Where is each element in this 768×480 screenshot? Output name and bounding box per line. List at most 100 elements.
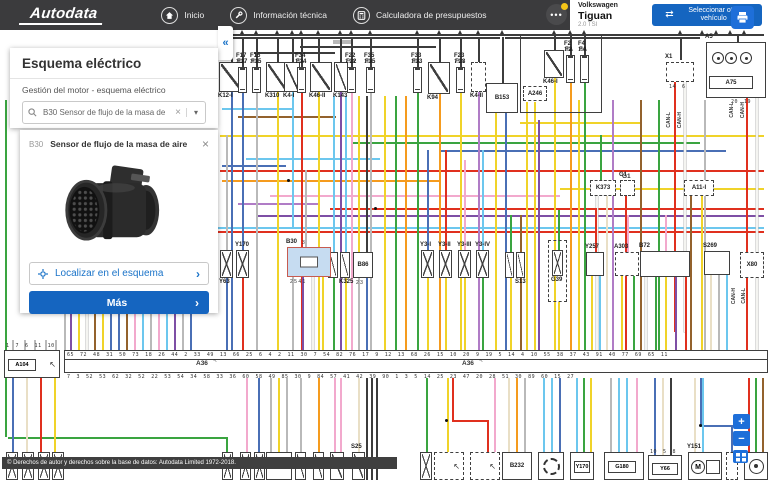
wire <box>704 100 706 350</box>
panel-collapse-button[interactable]: « <box>218 26 233 60</box>
component-f23[interactable] <box>456 67 465 93</box>
wire <box>150 313 152 350</box>
printer-icon <box>736 11 749 24</box>
notification-dot <box>561 3 568 10</box>
component-k46-i[interactable] <box>544 50 564 78</box>
junction-dot <box>287 179 290 182</box>
component-y257[interactable] <box>586 252 604 276</box>
component-a5[interactable] <box>706 42 766 98</box>
component-k4-ii[interactable] <box>471 62 486 92</box>
wire <box>242 278 244 350</box>
wire <box>366 278 368 350</box>
wire <box>551 378 553 452</box>
print-button[interactable] <box>731 6 754 29</box>
component-y3-i[interactable] <box>421 250 434 278</box>
component-f15[interactable] <box>252 67 261 93</box>
component-y170[interactable] <box>236 250 249 278</box>
component-f22[interactable] <box>347 67 356 93</box>
wire <box>340 37 342 62</box>
autodata-logo[interactable]: Autodata <box>19 5 105 25</box>
wire <box>524 378 526 452</box>
copyright-bar: © Derechos de autor y derechos sobre la … <box>2 457 397 469</box>
component-y3-ii[interactable] <box>439 250 452 278</box>
diagram-text: 65 72 48 31 50 73 18 26 44 2 33 49 13 66… <box>67 352 668 358</box>
wire <box>70 313 72 350</box>
component[interactable] <box>505 252 514 278</box>
component-f17[interactable] <box>238 67 247 93</box>
wire <box>300 378 302 452</box>
more-button[interactable]: Más › <box>29 291 209 314</box>
component-b72[interactable] <box>640 251 690 277</box>
locate-in-schema-button[interactable]: Localizar en el esquema › <box>29 262 209 285</box>
component-k94[interactable] <box>428 62 450 94</box>
component-y3-iii[interactable] <box>458 250 471 278</box>
component-s13[interactable] <box>516 252 525 278</box>
wire <box>610 378 612 452</box>
component-y3-iv[interactable] <box>476 250 489 278</box>
component-label: Y66 <box>652 463 678 475</box>
junction-dot <box>445 419 448 422</box>
wire <box>5 100 7 437</box>
zoom-in-button[interactable]: + <box>733 414 750 429</box>
wire <box>246 378 248 452</box>
wire <box>358 278 360 350</box>
nav-item-informacion-tecnica[interactable]: Información técnica <box>230 7 327 24</box>
chat-icon[interactable]: ••• <box>546 4 567 25</box>
component-x1[interactable] <box>666 62 694 82</box>
gauge-icon <box>712 52 724 64</box>
component-label: K143 <box>333 93 347 99</box>
wire <box>618 378 620 452</box>
component-f34[interactable] <box>297 67 306 93</box>
nav-item-inicio[interactable]: Inicio <box>161 7 204 24</box>
component-b30[interactable] <box>287 247 331 277</box>
component-f35[interactable] <box>366 67 375 93</box>
wire <box>690 196 692 350</box>
chat-dots: ••• <box>550 10 562 20</box>
close-icon[interactable]: × <box>202 137 209 151</box>
component-y63[interactable] <box>220 250 233 278</box>
wire <box>510 215 512 252</box>
component-label: B153 <box>486 83 518 113</box>
component-label: S269 <box>703 243 717 249</box>
component-label: A75 <box>709 76 753 89</box>
component[interactable]: ↖ <box>470 452 500 480</box>
component-label: B72 <box>639 243 650 249</box>
search-dropdown-icon[interactable]: ▾ <box>186 108 205 117</box>
search-input[interactable] <box>39 108 170 117</box>
component-a303[interactable] <box>615 252 639 276</box>
wire <box>417 93 419 350</box>
wire <box>54 378 56 452</box>
more-label: Más <box>39 297 195 309</box>
wire <box>242 93 244 250</box>
component-k143[interactable] <box>334 62 348 92</box>
clear-search-icon[interactable]: × <box>170 107 186 118</box>
wire <box>258 378 260 452</box>
nav-item-calculadora[interactable]: Calculadora de presupuestos <box>353 7 487 24</box>
component-f33[interactable] <box>413 67 422 93</box>
component[interactable]: ↖ <box>434 452 464 480</box>
wire <box>516 378 518 452</box>
bus-arrow <box>275 30 279 34</box>
wire <box>134 313 136 350</box>
wire <box>694 378 696 452</box>
wire <box>726 275 728 350</box>
bus-arrow <box>678 30 682 34</box>
wire <box>158 313 160 350</box>
wire <box>166 313 168 350</box>
zoom-out-button[interactable]: − <box>733 431 750 446</box>
component-search[interactable]: × ▾ <box>22 101 206 124</box>
component-f4[interactable] <box>580 55 589 83</box>
component-label: B30 <box>286 239 297 245</box>
component-g1[interactable] <box>620 180 635 196</box>
wire <box>292 37 294 62</box>
overview-grid-button[interactable] <box>733 450 748 463</box>
component-k46-ii[interactable] <box>310 62 332 92</box>
wire <box>351 93 353 350</box>
wire <box>482 278 484 350</box>
component-f2[interactable] <box>566 55 575 83</box>
component-k325[interactable] <box>340 252 350 278</box>
component-g39[interactable] <box>552 250 563 276</box>
bus-arrow <box>714 30 718 34</box>
component[interactable] <box>420 452 432 480</box>
component-s269[interactable] <box>704 251 730 275</box>
